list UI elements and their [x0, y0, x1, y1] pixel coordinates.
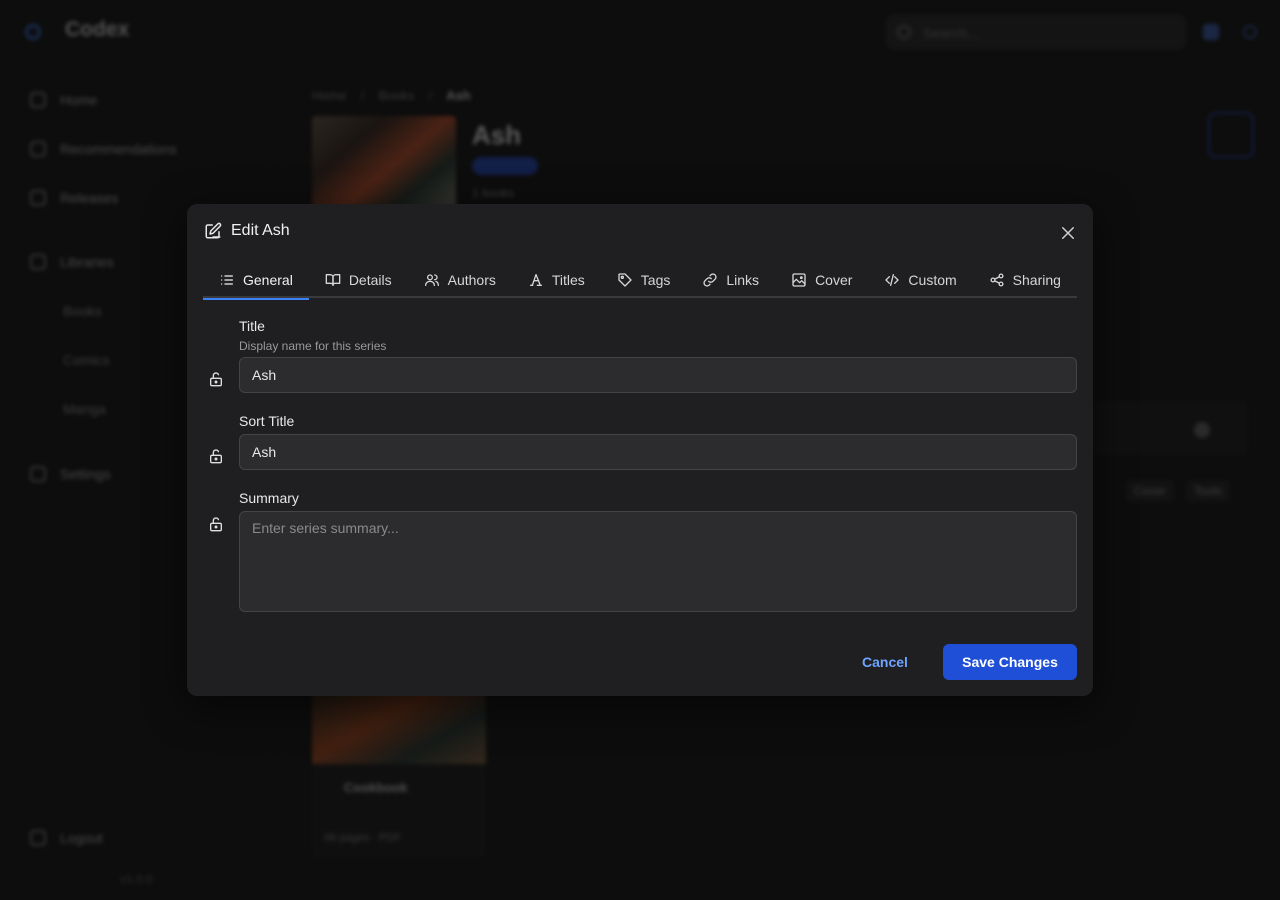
tab-details[interactable]: Details: [309, 262, 408, 298]
title-input[interactable]: [239, 357, 1077, 393]
share-icon: [990, 273, 1004, 287]
tab-general[interactable]: General: [203, 262, 309, 300]
tab-tags[interactable]: Tags: [601, 262, 687, 298]
users-icon: [424, 274, 439, 286]
unlock-icon[interactable]: [208, 516, 224, 532]
tab-label: Custom: [908, 272, 957, 288]
tab-label: Tags: [640, 272, 671, 288]
cancel-button[interactable]: Cancel: [845, 644, 925, 680]
tab-sharing[interactable]: Sharing: [973, 262, 1077, 298]
summary-label: Summary: [239, 490, 299, 506]
tab-label: General: [243, 272, 293, 288]
tag-icon: [618, 273, 632, 287]
tab-cover[interactable]: Cover: [775, 262, 868, 298]
edit-pencil-icon: [205, 222, 222, 239]
tab-authors[interactable]: Authors: [408, 262, 512, 298]
title-hint: Display name for this series: [239, 339, 387, 353]
sort-title-input[interactable]: [239, 434, 1077, 470]
save-changes-button[interactable]: Save Changes: [943, 644, 1077, 680]
dialog-title: Edit Ash: [231, 222, 290, 239]
image-icon: [792, 273, 806, 287]
tab-label: Titles: [551, 272, 585, 288]
book-open-icon: [325, 274, 341, 286]
summary-textarea[interactable]: [239, 511, 1077, 612]
dialog-tabs: General Details Authors Titles Tags Link…: [203, 262, 1077, 300]
dialog-header: Edit Ash: [204, 222, 290, 240]
tab-links[interactable]: Links: [686, 262, 775, 298]
edit-series-dialog: Edit Ash General Details Authors Titles …: [187, 204, 1093, 696]
title-label: Title: [239, 318, 265, 334]
tab-label: Details: [348, 272, 392, 288]
sort-title-label: Sort Title: [239, 413, 295, 429]
tab-custom[interactable]: Custom: [868, 262, 972, 298]
tab-titles[interactable]: Titles: [512, 262, 601, 298]
tab-label: Cover: [815, 272, 853, 288]
unlock-icon[interactable]: [208, 371, 224, 387]
tab-label: Links: [726, 272, 760, 288]
tab-label: Sharing: [1012, 272, 1061, 288]
unlock-icon[interactable]: [208, 448, 224, 464]
tab-label: Authors: [447, 272, 496, 288]
code-icon: [885, 274, 900, 286]
typography-icon: [529, 274, 542, 286]
list-icon: [221, 275, 233, 285]
link-icon: [703, 273, 717, 287]
close-icon[interactable]: [1059, 224, 1077, 242]
